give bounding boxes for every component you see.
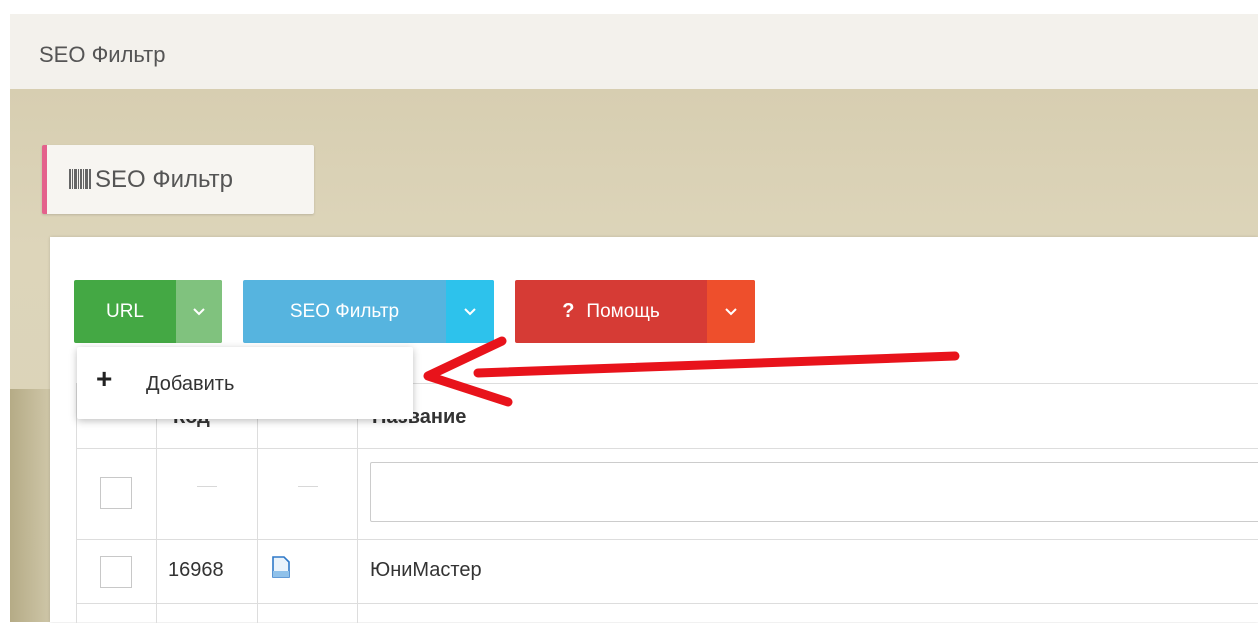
row-select-cell [77,540,157,603]
select-all-checkbox[interactable] [100,477,132,509]
chevron-down-icon [725,307,737,315]
url-dropdown-menu: + Добавить [77,347,413,419]
url-dropdown-toggle[interactable] [176,280,222,343]
seo-filter-dropdown-toggle[interactable] [446,280,494,343]
seo-filter-button[interactable]: SEO Фильтр [243,280,446,343]
document-icon[interactable] [272,556,290,578]
table-filter-row [77,449,1258,540]
plus-icon: + [96,363,113,394]
chevron-down-icon [193,307,205,315]
filter-name-cell [358,449,1258,539]
row-code-cell [157,604,258,623]
filter-type-dash [298,486,318,487]
table-row[interactable]: 16968 ЮниМастер [77,540,1258,604]
table-row [77,604,1258,623]
chevron-down-icon [464,307,476,315]
help-button-group: ? Помощь [515,280,755,343]
section-tab[interactable]: SEO Фильтр [42,145,314,214]
help-dropdown-toggle[interactable] [707,280,755,343]
page-header: SEO Фильтр [10,14,1258,89]
name-filter-input[interactable] [370,462,1258,522]
filter-code-dash [197,486,217,487]
row-code: 16968 [168,559,224,581]
data-table: Код Название 16968 [76,383,1258,623]
header-name[interactable]: Название [358,384,1258,448]
url-button-group: URL [74,280,222,343]
filter-code-cell [157,449,258,539]
help-button-label: Помощь [586,300,660,322]
question-icon: ? [562,300,575,322]
row-type-cell [258,604,358,623]
row-name-cell [358,604,1258,623]
page-title: SEO Фильтр [39,42,166,67]
section-tab-label: SEO Фильтр [95,166,233,193]
row-type-cell [258,540,358,603]
row-code-cell: 16968 [157,540,258,603]
row-name[interactable]: ЮниМастер [370,559,482,582]
help-button[interactable]: ? Помощь [515,280,707,343]
barcode-icon [69,169,91,189]
url-button[interactable]: URL [74,280,176,343]
row-name-cell: ЮниМастер [358,540,1258,603]
row-checkbox[interactable] [100,556,132,588]
menu-item-add-label: Добавить [146,373,235,395]
filter-type-cell [258,449,358,539]
row-select-cell [77,604,157,623]
filter-select-cell [77,449,157,539]
seo-filter-button-group: SEO Фильтр [243,280,494,343]
